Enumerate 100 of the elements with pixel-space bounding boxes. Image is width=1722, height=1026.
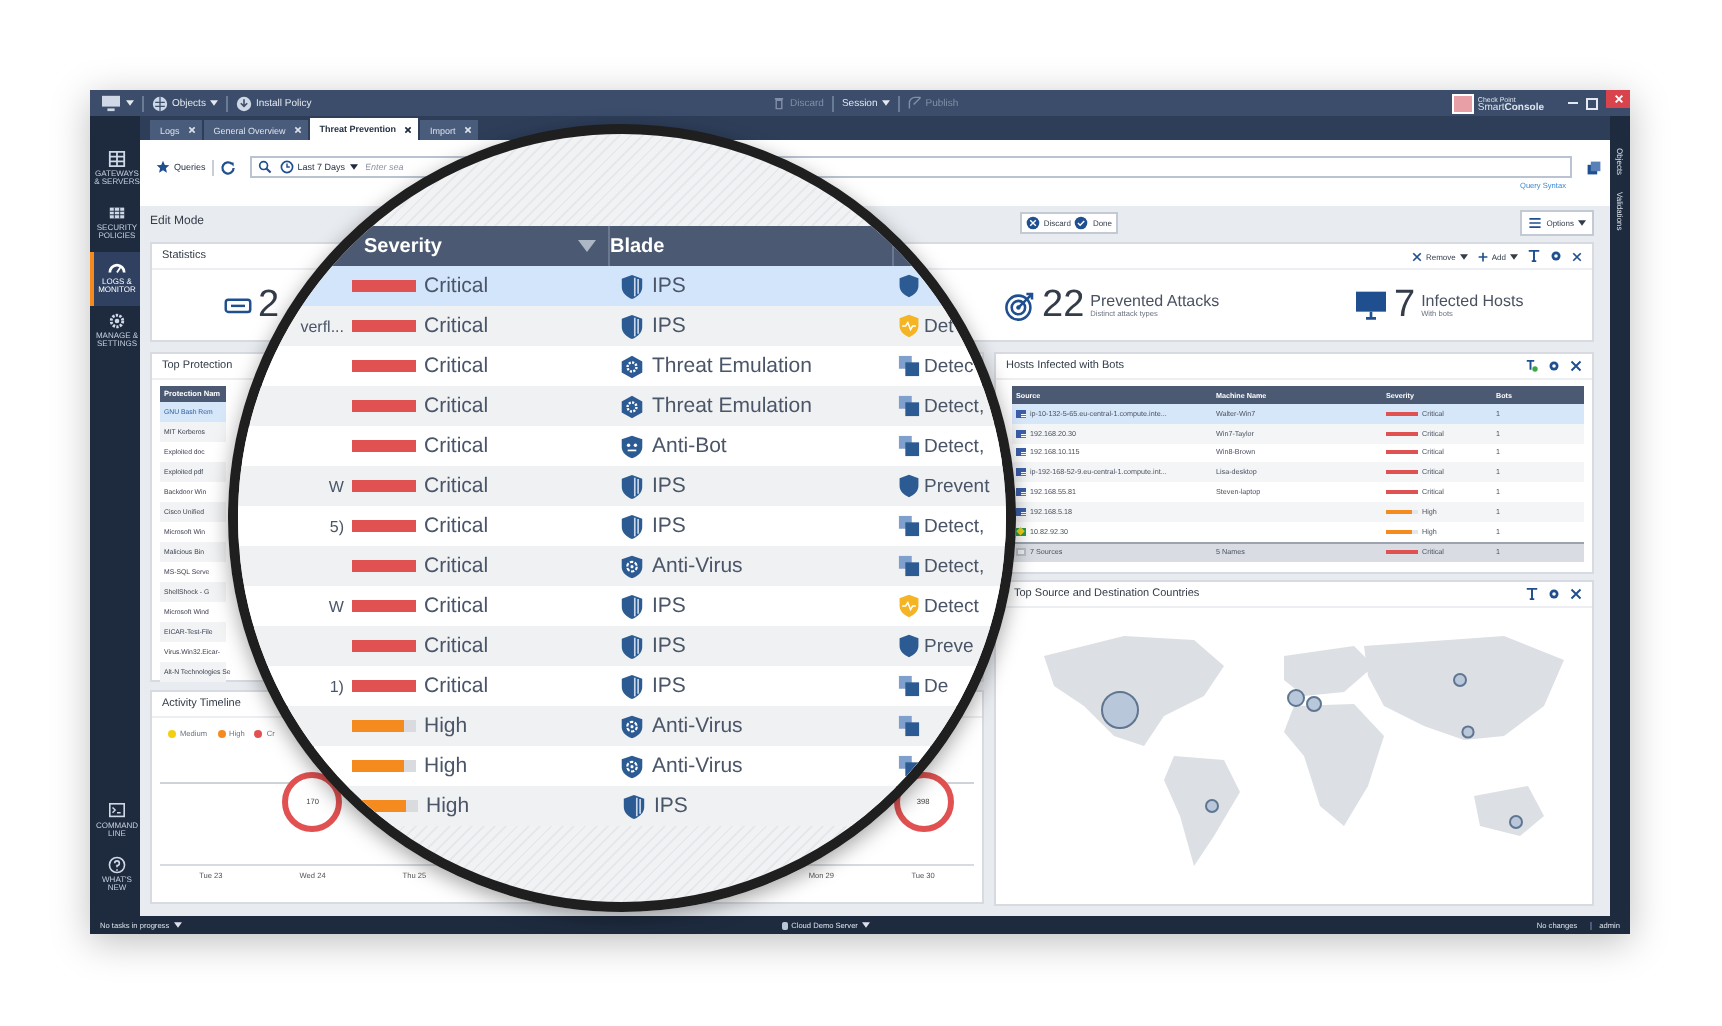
settings-icon[interactable] xyxy=(1548,588,1560,600)
table-row[interactable]: W Critical IPS Detect xyxy=(244,586,1000,626)
table-row[interactable]: High Anti-Virus xyxy=(287,706,957,746)
hexagon-gear-icon xyxy=(619,393,644,419)
app-menu-button[interactable] xyxy=(100,94,134,112)
caret-icon xyxy=(209,100,218,106)
table-row[interactable]: 5) Critical IPS Detect, xyxy=(238,506,1006,546)
blade-name: Anti-Bot xyxy=(651,434,727,458)
restore-button[interactable] xyxy=(1586,97,1598,109)
clock-icon xyxy=(279,160,294,174)
close-icon[interactable] xyxy=(1570,588,1582,600)
bot-shield-icon xyxy=(619,433,644,459)
table-row[interactable]: 1) Critical IPS De xyxy=(267,666,977,706)
logo-icon xyxy=(1451,93,1474,113)
table-row[interactable]: High IPS xyxy=(346,786,897,826)
severity-label: Critical xyxy=(423,474,489,498)
close-icon[interactable] xyxy=(404,125,413,133)
monitor-icon xyxy=(1354,290,1388,320)
severity-label: Critical xyxy=(424,514,489,538)
table-row[interactable]: Critical Threat Emulation Detec xyxy=(261,346,983,386)
table-row[interactable]: High Anti-Virus xyxy=(313,746,931,786)
filter-icon[interactable] xyxy=(1526,588,1538,600)
stacked-squares-icon xyxy=(897,674,920,698)
globe-icon xyxy=(152,95,168,111)
pulse-shield-icon xyxy=(897,314,920,338)
table-icon xyxy=(108,204,126,222)
table-row[interactable]: Critical Anti-Bot Detect, xyxy=(241,426,1003,466)
severity-label: Critical xyxy=(423,594,489,618)
stacked-squares-icon xyxy=(897,714,920,738)
shield-icon xyxy=(897,274,920,298)
cell-text: W xyxy=(328,477,344,495)
blade-name: IPS xyxy=(652,514,686,538)
cell-text: W xyxy=(328,597,344,615)
close-icon[interactable] xyxy=(1572,251,1582,261)
search-icon xyxy=(257,160,272,174)
stat-label: Prevented Attacks xyxy=(1090,292,1220,310)
stat-label: Infected Hosts xyxy=(1421,292,1524,310)
stat-value: 22 xyxy=(1042,287,1085,323)
caret-icon xyxy=(1459,253,1468,259)
striped-shield-icon xyxy=(619,633,644,659)
target-icon xyxy=(1004,289,1036,321)
brazil-flag-icon xyxy=(1016,527,1026,536)
action-text: Detect, xyxy=(923,435,985,457)
close-icon xyxy=(1613,94,1623,104)
us-flag-icon xyxy=(1016,409,1026,418)
stacked-squares-icon xyxy=(898,514,920,538)
severity-label: Critical xyxy=(423,674,489,698)
table-row[interactable]: Critical Threat Emulation Detect, xyxy=(249,386,995,426)
stacked-squares-icon xyxy=(897,434,920,458)
stacked-squares-icon xyxy=(897,554,920,578)
publish-icon xyxy=(907,96,922,110)
table-row[interactable]: Critical Anti-Virus Detect, xyxy=(239,546,1005,586)
severity-label: Critical xyxy=(423,314,489,338)
action-text: De xyxy=(923,675,949,697)
blade-name: Anti-Virus xyxy=(651,754,743,778)
settings-icon[interactable] xyxy=(1548,360,1560,372)
download-icon xyxy=(235,95,252,111)
action-text: Preve xyxy=(923,635,974,657)
action-text: Prevent xyxy=(923,475,990,497)
server-icon xyxy=(224,296,252,314)
severity-label: High xyxy=(425,794,470,818)
stacked-squares-icon xyxy=(897,394,920,418)
caret-icon xyxy=(1578,219,1586,225)
close-button[interactable] xyxy=(1606,90,1630,108)
filter-icon[interactable] xyxy=(1528,250,1540,262)
settings-icon[interactable] xyxy=(1550,250,1562,262)
refresh-icon[interactable] xyxy=(219,159,236,175)
table-row[interactable]: Critical IPS Preve xyxy=(253,626,991,666)
action-text: Detect, xyxy=(923,555,985,577)
stacked-squares-icon[interactable] xyxy=(1586,159,1602,175)
plus-icon xyxy=(1477,251,1488,261)
action-text: Detect, xyxy=(924,515,985,537)
filter-icon[interactable] xyxy=(1526,360,1538,372)
cell-text: 5) xyxy=(329,517,344,535)
action-text: Detect xyxy=(923,595,979,617)
close-icon[interactable] xyxy=(1570,360,1582,372)
caret-icon xyxy=(173,922,182,928)
database-icon xyxy=(781,921,788,929)
blade-name: IPS xyxy=(651,474,686,498)
menu-icon xyxy=(1528,215,1543,229)
cell-text: 1) xyxy=(329,677,344,695)
severity-label: Critical xyxy=(423,354,489,378)
striped-shield-icon xyxy=(619,313,644,339)
close-icon xyxy=(1411,251,1422,261)
table-row[interactable]: verfl... Critical IPS Det xyxy=(278,306,966,346)
striped-shield-icon xyxy=(619,473,644,499)
action-text: Detec xyxy=(923,355,974,377)
pulse-shield-icon xyxy=(897,594,920,618)
severity-label: Critical xyxy=(423,274,489,298)
table-row[interactable]: W Critical IPS Prevent xyxy=(238,466,1006,506)
stat-value: 7 xyxy=(1394,287,1416,323)
blade-name: Anti-Virus xyxy=(651,714,743,738)
terminal-icon xyxy=(108,802,126,820)
grid-icon xyxy=(108,150,126,168)
striped-shield-icon xyxy=(621,793,646,819)
trash-icon xyxy=(772,96,786,110)
blade-name: IPS xyxy=(653,794,688,818)
table-row[interactable]: Critical IPS xyxy=(301,266,943,306)
stacked-squares-icon xyxy=(897,354,920,378)
monitor-icon xyxy=(100,94,122,112)
